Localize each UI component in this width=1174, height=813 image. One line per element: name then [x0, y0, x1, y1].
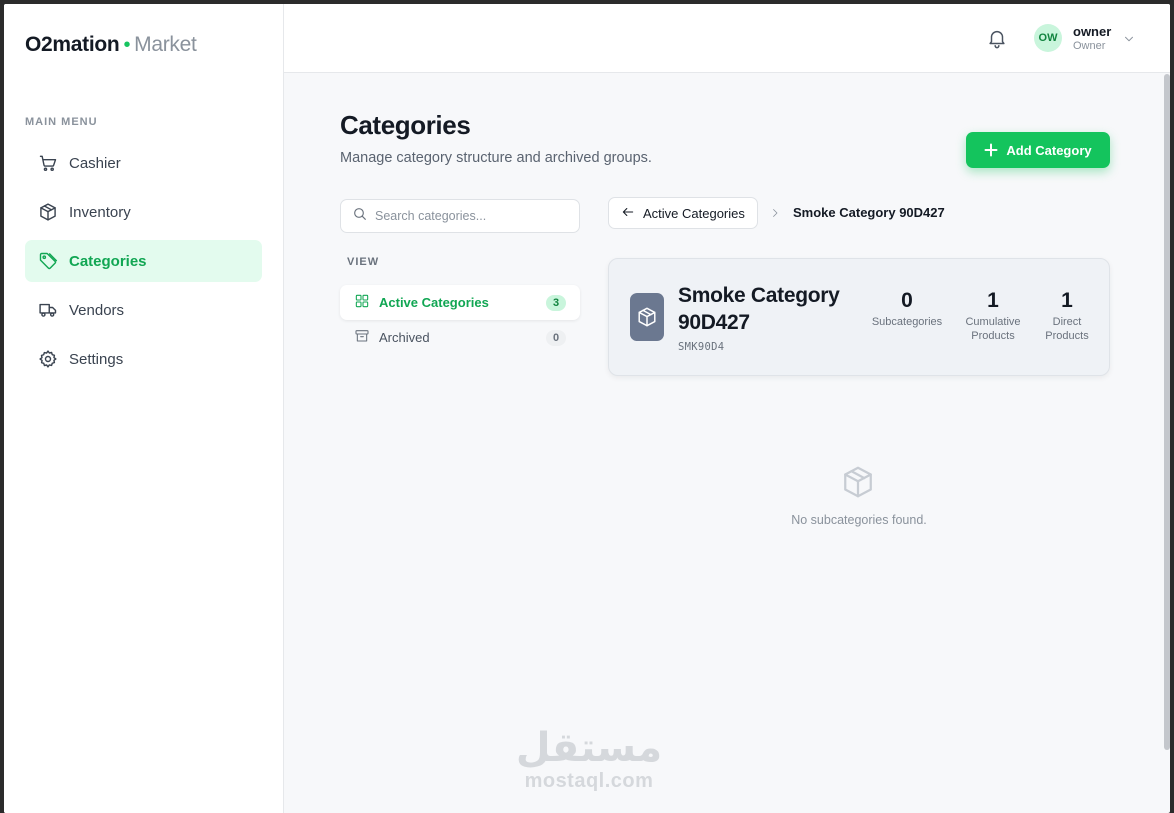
breadcrumb-current: Smoke Category 90D427 [793, 205, 945, 220]
brand-name: O2mation [25, 33, 120, 56]
view-item-label: Archived [379, 330, 430, 345]
stat-cumulative-products: 1 Cumulative Products [957, 289, 1029, 343]
stat-label: Cumulative Products [965, 316, 1021, 342]
watermark-latin: mostaql.com [524, 770, 654, 792]
count-badge: 3 [546, 294, 566, 311]
stat-value: 1 [1061, 289, 1073, 312]
bell-icon[interactable] [986, 27, 1008, 49]
sidebar-item-settings[interactable]: Settings [25, 338, 262, 380]
sidebar: O2mation • Market MAIN MENU Cashier Invent… [4, 4, 284, 813]
user-name[interactable]: owner [1073, 24, 1111, 39]
chevron-right-icon [769, 206, 781, 218]
sidebar-item-label: Cashier [69, 154, 121, 172]
gear-icon [38, 349, 58, 369]
archive-icon [354, 328, 370, 347]
brand-dot: • [123, 34, 131, 56]
main-menu-label: MAIN MENU [25, 116, 98, 128]
avatar[interactable]: OW [1034, 24, 1062, 52]
view-archived[interactable]: Archived 0 [340, 320, 580, 355]
search-icon [352, 206, 368, 227]
chevron-down-icon[interactable] [1122, 32, 1136, 46]
view-item-label: Active Categories [379, 295, 489, 310]
view-section-label: VIEW [347, 256, 380, 268]
count-badge: 0 [546, 329, 566, 346]
breadcrumb-back-label: Active Categories [643, 205, 745, 221]
arrow-left-icon [621, 205, 643, 222]
truck-icon [38, 300, 58, 320]
sidebar-item-vendors[interactable]: Vendors [25, 289, 262, 331]
stat-value: 0 [901, 289, 913, 312]
stat-subcategories: 0 Subcategories [865, 289, 949, 329]
breadcrumb-back-button[interactable]: Active Categories [608, 197, 758, 229]
box-icon [630, 293, 664, 341]
main-nav: Cashier Inventory Categories Vendors Set… [25, 142, 262, 387]
sidebar-item-label: Categories [69, 252, 147, 270]
add-category-button[interactable]: Add Category [966, 132, 1110, 168]
watermark-arabic: مستقل [515, 725, 663, 771]
watermark: مستقل mostaql.com [514, 726, 664, 792]
page-title: Categories [340, 110, 471, 140]
search-box [340, 199, 580, 233]
add-category-label: Add Category [1006, 142, 1092, 158]
sidebar-item-categories[interactable]: Categories [25, 240, 262, 282]
stat-label: Subcategories [871, 316, 943, 328]
sidebar-item-cashier[interactable]: Cashier [25, 142, 262, 184]
top-header: OW owner Owner [284, 4, 1170, 73]
category-code: SMK90D4 [678, 341, 725, 353]
empty-state-text: No subcategories found. [791, 513, 927, 527]
stat-label: Direct Products [1045, 316, 1089, 342]
stat-value: 1 [987, 289, 999, 312]
grid-icon [354, 293, 370, 312]
sidebar-item-label: Vendors [69, 301, 125, 319]
page-subtitle: Manage category structure and archived g… [340, 150, 652, 166]
sidebar-item-label: Inventory [69, 203, 131, 221]
search-input[interactable] [375, 209, 570, 223]
empty-box-icon [840, 463, 876, 501]
tag-icon [38, 251, 58, 271]
category-title: Smoke Category 90D427 [678, 284, 840, 334]
view-active-categories[interactable]: Active Categories 3 [340, 285, 580, 320]
brand-logo[interactable]: O2mation • Market [25, 33, 197, 57]
scrollbar[interactable] [1164, 74, 1170, 750]
sidebar-item-inventory[interactable]: Inventory [25, 191, 262, 233]
stat-direct-products: 1 Direct Products [1035, 289, 1099, 343]
cart-icon [38, 153, 58, 173]
plus-icon [984, 143, 998, 157]
user-role: Owner [1073, 40, 1106, 52]
box-icon [38, 202, 58, 222]
app-window: O2mation • Market MAIN MENU Cashier Invent… [4, 4, 1170, 813]
category-summary-card: Smoke Category 90D427 SMK90D4 0 Subcateg… [608, 258, 1110, 376]
sidebar-item-label: Settings [69, 350, 124, 368]
brand-sub: Market [134, 33, 197, 56]
